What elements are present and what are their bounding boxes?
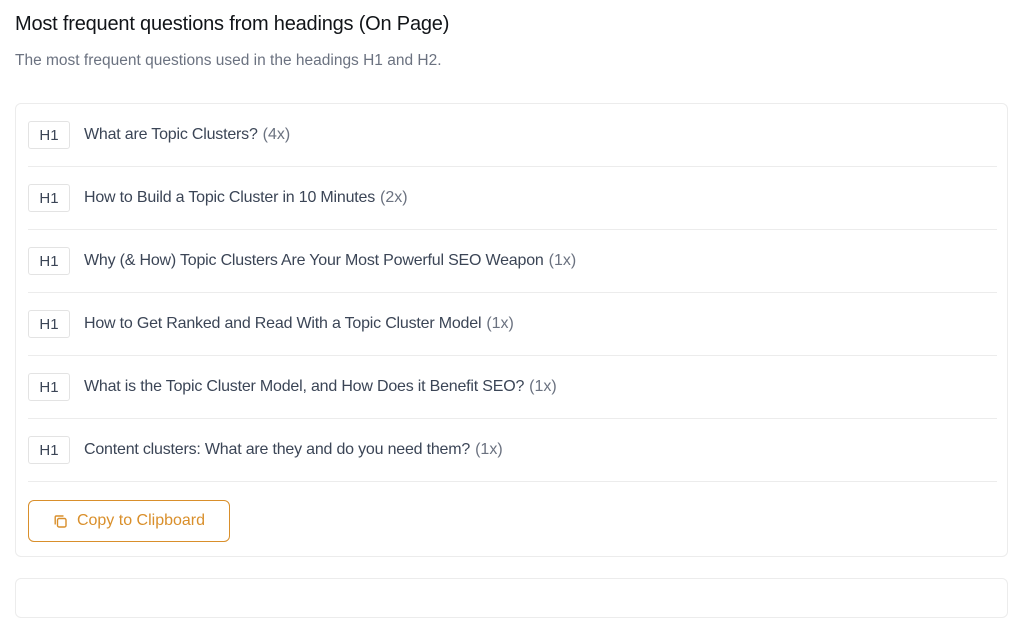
question-item: H1 How to Build a Topic Cluster in 10 Mi… — [28, 167, 997, 230]
copy-icon — [53, 514, 68, 529]
copy-button-label: Copy to Clipboard — [76, 512, 206, 529]
question-count: (2x) — [380, 189, 408, 206]
heading-tag-badge: H1 — [28, 184, 70, 212]
question-count: (4x) — [262, 126, 291, 143]
question-item: H1 What is the Topic Cluster Model, and … — [28, 356, 997, 419]
question-text: How to Get Ranked and Read With a Topic … — [84, 315, 482, 332]
question-item: H1 Why (& How) Topic Clusters Are Your M… — [28, 230, 997, 293]
question-item: H1 Content clusters: What are they and d… — [28, 419, 997, 482]
heading-tag-badge: H1 — [28, 373, 70, 401]
heading-tag-badge: H1 — [28, 247, 70, 275]
heading-tag-badge: H1 — [28, 436, 70, 464]
question-item: H1 What are Topic Clusters? (4x) — [28, 104, 997, 167]
next-card — [15, 578, 1008, 618]
question-text: How to Build a Topic Cluster in 10 Minut… — [84, 189, 376, 206]
question-count: (1x) — [548, 252, 577, 269]
question-count: (1x) — [475, 441, 503, 458]
question-text: What are Topic Clusters? — [84, 126, 258, 143]
heading-tag-badge: H1 — [28, 121, 70, 149]
question-count: (1x) — [486, 315, 514, 332]
questions-card: H1 What are Topic Clusters? (4x) H1 How … — [15, 103, 1008, 557]
section-title: Most frequent questions from headings (O… — [15, 13, 450, 35]
question-item: H1 How to Get Ranked and Read With a Top… — [28, 293, 997, 356]
heading-tag-badge: H1 — [28, 310, 70, 338]
copy-to-clipboard-button[interactable]: Copy to Clipboard — [28, 500, 230, 542]
questions-list: H1 What are Topic Clusters? (4x) H1 How … — [28, 104, 997, 482]
question-text: Content clusters: What are they and do y… — [84, 441, 471, 458]
question-text: Why (& How) Topic Clusters Are Your Most… — [84, 252, 544, 269]
section-subtitle: The most frequent questions used in the … — [15, 52, 442, 69]
question-text: What is the Topic Cluster Model, and How… — [84, 378, 525, 395]
question-count: (1x) — [529, 378, 557, 395]
